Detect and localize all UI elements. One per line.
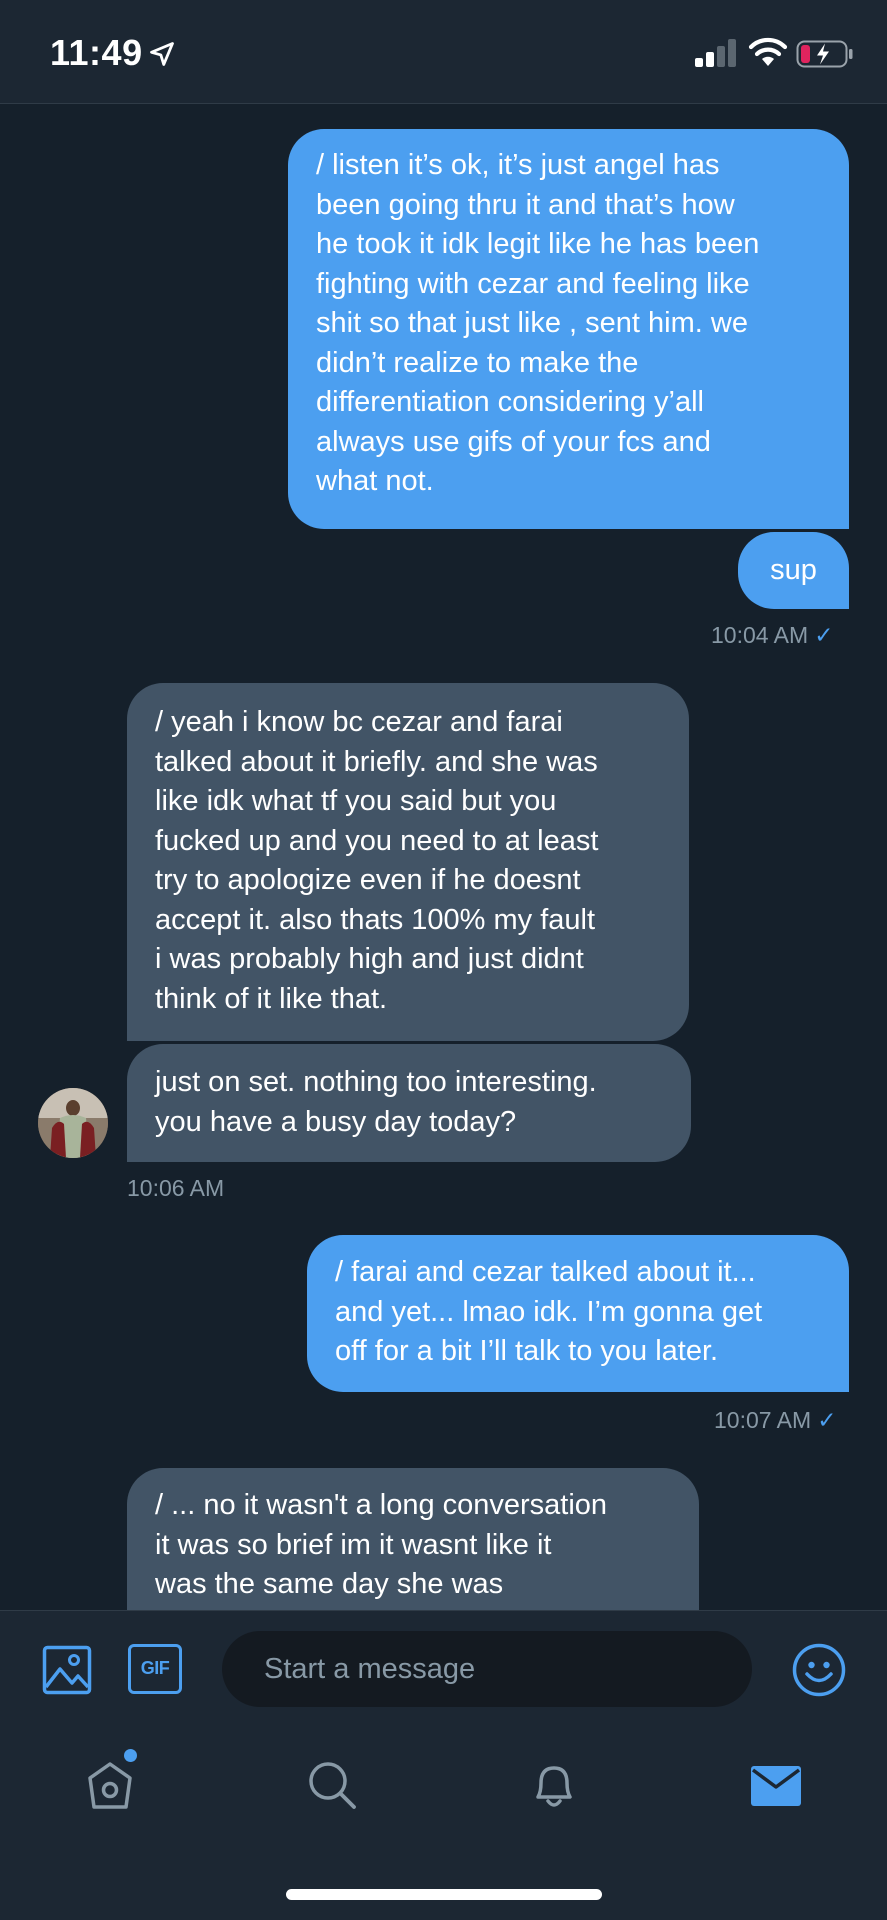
message-timestamp: 10:06 AM [127,1175,225,1201]
message-bubble-incoming[interactable]: / yeah i know bc cezar and farai talked … [127,683,689,1041]
emoji-icon[interactable] [792,1643,846,1697]
status-time: 11:49 [50,32,143,73]
avatar-photo [38,1088,108,1158]
home-icon[interactable] [84,1759,136,1811]
search-icon[interactable] [306,1759,358,1811]
message-text: / ... no it wasn't a long conversation i… [155,1489,608,1600]
message-bubble-outgoing[interactable]: / farai and cezar talked about it... and… [307,1235,849,1392]
composer-bar: GIF Start a message [0,1610,887,1920]
cellular-signal-icon [695,39,736,67]
gif-button[interactable]: GIF [128,1644,182,1694]
message-text: / listen it’s ok, it’s just angel has be… [316,149,760,497]
location-arrow-icon [150,42,174,66]
message-timestamp: 10:07 AM ✓ [714,1407,837,1433]
image-icon[interactable] [42,1645,92,1695]
read-check-icon: ✓ [814,622,834,648]
battery-charging-icon [796,40,853,68]
message-bubble-incoming[interactable]: just on set. nothing too interesting. yo… [127,1044,691,1162]
wifi-icon [748,37,788,66]
home-indicator[interactable] [286,1889,602,1900]
message-text: / farai and cezar talked about it... and… [335,1256,763,1367]
avatar[interactable] [38,1088,108,1158]
message-bubble-outgoing[interactable]: sup [738,532,849,609]
notifications-bell-icon[interactable] [528,1759,580,1811]
message-timestamp: 10:04 AM ✓ [711,622,834,648]
message-text: sup [770,554,817,586]
message-bubble-outgoing[interactable]: / listen it’s ok, it’s just angel has be… [288,129,849,529]
read-check-icon: ✓ [817,1407,837,1433]
message-bubble-incoming[interactable]: / ... no it wasn't a long conversation i… [127,1468,699,1610]
message-thread[interactable]: / listen it’s ok, it’s just angel has be… [0,105,887,1610]
status-bar: 11:49 [0,0,887,104]
message-text: just on set. nothing too interesting. yo… [155,1066,597,1138]
message-input[interactable]: Start a message [222,1631,752,1707]
new-activity-dot [124,1749,137,1762]
messages-envelope-icon[interactable] [750,1759,802,1811]
message-text: / yeah i know bc cezar and farai talked … [155,706,599,1015]
